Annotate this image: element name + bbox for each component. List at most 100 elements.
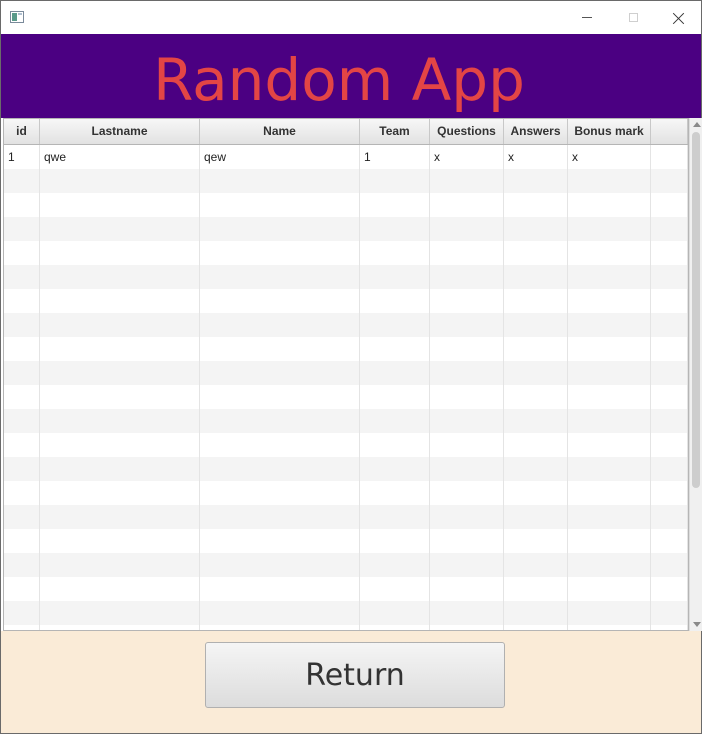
cell-answers <box>504 553 568 577</box>
cell-lastname <box>40 529 200 553</box>
table-row[interactable] <box>4 193 688 217</box>
cell-bonus-mark <box>568 577 651 601</box>
minimize-button[interactable] <box>564 1 610 34</box>
cell-lastname <box>40 193 200 217</box>
column-header-questions[interactable]: Questions <box>430 119 504 144</box>
cell-answers <box>504 337 568 361</box>
cell-bonus-mark <box>568 241 651 265</box>
column-header-team[interactable]: Team <box>360 119 430 144</box>
title-bar[interactable] <box>1 1 701 34</box>
cell-filler <box>651 481 688 505</box>
cell-bonus-mark <box>568 457 651 481</box>
close-button[interactable] <box>656 1 702 34</box>
cell-name <box>200 241 360 265</box>
cell-bonus-mark <box>568 289 651 313</box>
column-header-answers[interactable]: Answers <box>504 119 568 144</box>
cell-id <box>4 337 40 361</box>
table-row[interactable] <box>4 241 688 265</box>
cell-filler <box>651 601 688 625</box>
table-row[interactable] <box>4 553 688 577</box>
table-row[interactable] <box>4 457 688 481</box>
table-row[interactable] <box>4 265 688 289</box>
table-row[interactable] <box>4 337 688 361</box>
cell-questions <box>430 433 504 457</box>
cell-name <box>200 313 360 337</box>
column-header-id[interactable]: id <box>4 119 40 144</box>
column-header-name[interactable]: Name <box>200 119 360 144</box>
table-row[interactable] <box>4 601 688 625</box>
cell-team <box>360 577 430 601</box>
scroll-up-icon[interactable] <box>693 122 701 127</box>
cell-questions <box>430 409 504 433</box>
cell-bonus-mark <box>568 193 651 217</box>
cell-id <box>4 553 40 577</box>
cell-team <box>360 361 430 385</box>
column-header-bonus-mark[interactable]: Bonus mark <box>568 119 651 144</box>
cell-bonus-mark: x <box>568 145 651 169</box>
cell-answers <box>504 601 568 625</box>
cell-lastname <box>40 265 200 289</box>
table-row[interactable] <box>4 529 688 553</box>
cell-questions <box>430 601 504 625</box>
table-row[interactable] <box>4 217 688 241</box>
cell-bonus-mark <box>568 409 651 433</box>
return-button[interactable]: Return <box>205 642 505 708</box>
scroll-thumb[interactable] <box>692 132 700 488</box>
cell-filler <box>651 265 688 289</box>
table-row[interactable] <box>4 169 688 193</box>
table-row[interactable] <box>4 385 688 409</box>
cell-answers <box>504 265 568 289</box>
table-row[interactable] <box>4 289 688 313</box>
cell-lastname <box>40 385 200 409</box>
maximize-button[interactable] <box>610 1 656 34</box>
cell-name <box>200 553 360 577</box>
table-row[interactable] <box>4 313 688 337</box>
cell-team <box>360 265 430 289</box>
cell-name <box>200 577 360 601</box>
close-icon <box>673 12 685 24</box>
cell-filler <box>651 529 688 553</box>
cell-id <box>4 193 40 217</box>
app-title: Random App <box>153 46 525 114</box>
cell-team <box>360 241 430 265</box>
cell-id <box>4 601 40 625</box>
cell-name <box>200 217 360 241</box>
table-row[interactable] <box>4 481 688 505</box>
cell-team <box>360 385 430 409</box>
cell-bonus-mark <box>568 505 651 529</box>
cell-filler <box>651 145 688 169</box>
table-row[interactable] <box>4 505 688 529</box>
cell-filler <box>651 289 688 313</box>
cell-questions <box>430 505 504 529</box>
cell-bonus-mark <box>568 385 651 409</box>
cell-questions <box>430 337 504 361</box>
table-row[interactable] <box>4 577 688 601</box>
cell-lastname <box>40 313 200 337</box>
cell-questions <box>430 553 504 577</box>
cell-filler <box>651 313 688 337</box>
data-table[interactable]: id Lastname Name Team Questions Answers … <box>3 118 689 631</box>
table-row[interactable] <box>4 361 688 385</box>
cell-answers <box>504 529 568 553</box>
cell-filler <box>651 457 688 481</box>
table-row[interactable]: 1 qwe qew 1 x x x <box>4 145 688 169</box>
table-row[interactable] <box>4 433 688 457</box>
cell-lastname <box>40 169 200 193</box>
table-row[interactable] <box>4 409 688 433</box>
cell-answers <box>504 577 568 601</box>
cell-id: 1 <box>4 145 40 169</box>
column-header-lastname[interactable]: Lastname <box>40 119 200 144</box>
cell-lastname <box>40 433 200 457</box>
cell-questions <box>430 313 504 337</box>
vertical-scrollbar[interactable] <box>689 118 702 631</box>
footer-panel: Return <box>1 631 701 733</box>
cell-lastname <box>40 361 200 385</box>
cell-lastname <box>40 217 200 241</box>
cell-questions <box>430 577 504 601</box>
scroll-down-icon[interactable] <box>693 622 701 627</box>
cell-team <box>360 169 430 193</box>
cell-name <box>200 361 360 385</box>
cell-team <box>360 553 430 577</box>
cell-questions <box>430 289 504 313</box>
cell-name <box>200 169 360 193</box>
